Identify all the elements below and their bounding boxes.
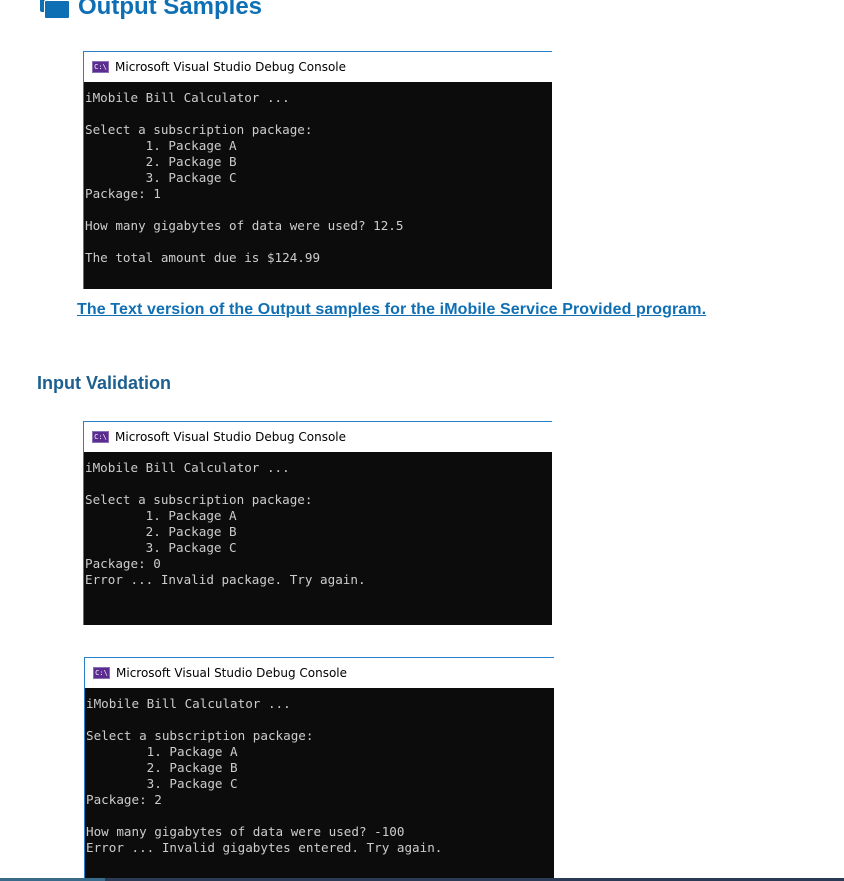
console-output: iMobile Bill Calculator ... Select a sub… (84, 82, 552, 289)
console-output: iMobile Bill Calculator ... Select a sub… (84, 452, 552, 625)
console-line: Select a subscription package: (85, 492, 313, 507)
console-titlebar: C:\ Microsoft Visual Studio Debug Consol… (85, 658, 554, 688)
console-line: Select a subscription package: (86, 728, 314, 743)
console-line: How many gigabytes of data were used? -1… (86, 824, 405, 839)
console-line: Error ... Invalid package. Try again. (85, 572, 366, 587)
console-title: Microsoft Visual Studio Debug Console (115, 60, 347, 74)
console-line: 3. Package C (85, 170, 237, 185)
console-app-icon: C:\ (92, 431, 109, 443)
console-line: 1. Package A (85, 508, 237, 523)
console-line: The total amount due is $124.99 (85, 250, 321, 265)
console-titlebar: C:\ Microsoft Visual Studio Debug Consol… (84, 52, 552, 82)
text-version-link[interactable]: The Text version of the Output samples f… (77, 301, 706, 319)
console-line: 2. Package B (85, 524, 237, 539)
console-line: 1. Package A (86, 744, 238, 759)
console-line: 1. Package A (85, 138, 237, 153)
console-line: How many gigabytes of data were used? 12… (85, 218, 404, 233)
console-window-invalid-gigabytes: C:\ Microsoft Visual Studio Debug Consol… (84, 657, 554, 878)
console-window-sample-1: C:\ Microsoft Visual Studio Debug Consol… (83, 51, 552, 289)
console-line: iMobile Bill Calculator ... (86, 696, 291, 711)
console-output: iMobile Bill Calculator ... Select a sub… (85, 688, 554, 878)
console-line: 2. Package B (85, 154, 237, 169)
console-line: iMobile Bill Calculator ... (85, 460, 290, 475)
console-line: Select a subscription package: (85, 122, 313, 137)
output-samples-heading: Output Samples (40, 0, 262, 21)
output-samples-title: Output Samples (78, 0, 263, 20)
folder-windows-icon (40, 0, 70, 19)
console-title: Microsoft Visual Studio Debug Console (115, 430, 347, 444)
input-validation-heading: Input Validation (37, 373, 171, 393)
console-line: 3. Package C (85, 540, 237, 555)
console-line: Error ... Invalid gigabytes entered. Try… (86, 840, 443, 855)
console-line: Package: 2 (86, 792, 162, 807)
console-app-icon: C:\ (93, 667, 110, 679)
console-titlebar: C:\ Microsoft Visual Studio Debug Consol… (84, 422, 552, 452)
console-line: iMobile Bill Calculator ... (85, 90, 290, 105)
console-window-invalid-package: C:\ Microsoft Visual Studio Debug Consol… (83, 421, 552, 625)
console-line: 2. Package B (86, 760, 238, 775)
console-title: Microsoft Visual Studio Debug Console (116, 666, 348, 680)
console-line: Package: 1 (85, 186, 161, 201)
console-line: 3. Package C (86, 776, 238, 791)
console-app-icon: C:\ (92, 61, 109, 73)
console-line: Package: 0 (85, 556, 161, 571)
